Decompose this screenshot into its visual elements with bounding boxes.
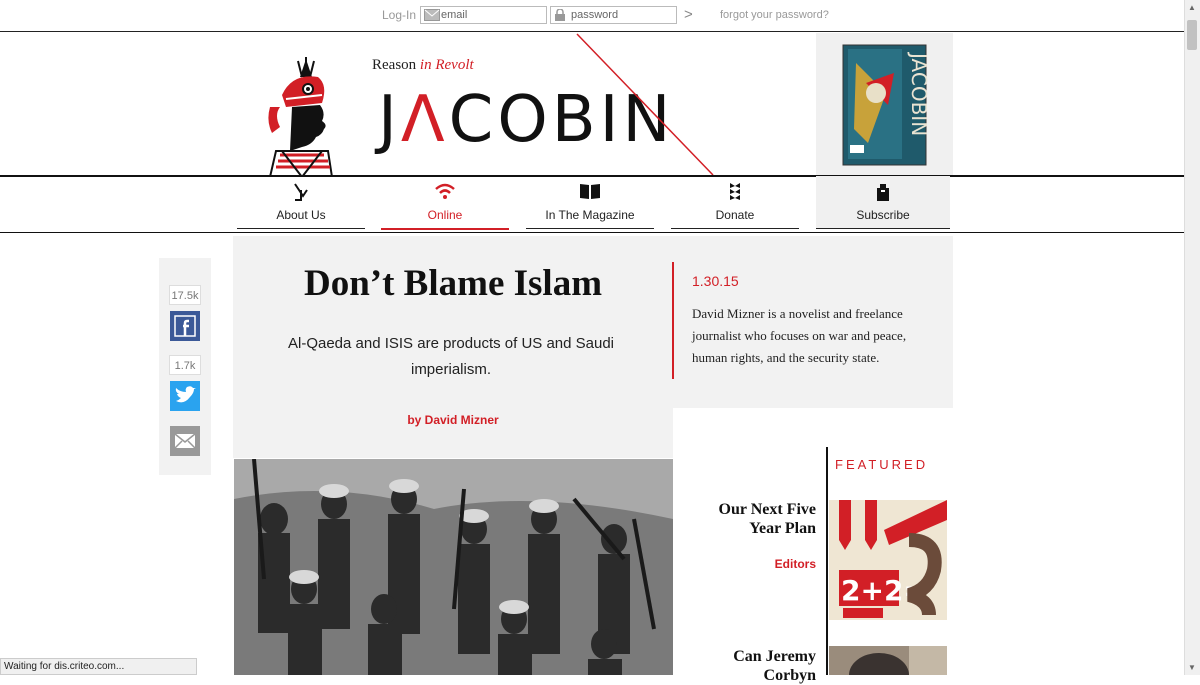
featured-article-title[interactable]: Our Next Five Year Plan	[690, 500, 816, 538]
login-submit-button[interactable]: >	[684, 6, 693, 23]
magazine-cover-art: JACOBIN	[842, 44, 931, 166]
share-sidebar: 17.5k 1.7k	[159, 258, 211, 475]
facebook-share-button[interactable]	[170, 311, 200, 341]
scroll-up-icon[interactable]: ▲	[1188, 3, 1196, 12]
featured-article-thumbnail[interactable]: 2+2=	[829, 500, 947, 620]
mujahideen-photo	[234, 459, 673, 675]
wifi-icon	[435, 183, 455, 199]
lock-icon	[555, 9, 565, 21]
nav-divider	[0, 232, 1185, 233]
forgot-password-link[interactable]: forgot your password?	[720, 9, 829, 21]
envelope-icon	[424, 9, 440, 21]
nav-item-subscribe[interactable]: Subscribe	[816, 176, 950, 229]
featured-heading: FEATURED	[835, 457, 929, 472]
login-label: Log-In	[382, 8, 417, 22]
tagline: Reason in Revolt	[372, 57, 474, 73]
corbyn-photo	[829, 646, 947, 675]
browser-status-bar: Waiting for dis.criteo.com...	[0, 658, 197, 675]
wheat-icon	[730, 183, 740, 200]
magazine-cover[interactable]: JACOBIN	[816, 33, 953, 175]
soviet-poster-image: 2+2=	[829, 500, 947, 620]
password-field[interactable]: password	[550, 6, 677, 24]
login-bar: Log-In email password > forgot your pass…	[0, 0, 1185, 32]
nav-item-donate[interactable]: Donate	[671, 176, 799, 229]
email-field[interactable]: email	[420, 6, 547, 24]
jacobin-j-icon	[294, 183, 308, 201]
featured-article-author[interactable]: Editors	[690, 557, 816, 571]
jacobin-mascot-logo[interactable]	[262, 55, 342, 177]
author-bio: David Mizner is a novelist and freelance…	[692, 306, 907, 365]
facebook-share-count: 17.5k	[169, 285, 201, 305]
bio-accent-bar	[672, 262, 674, 379]
twitter-bird-icon	[175, 386, 196, 403]
nav-item-about-us[interactable]: About Us	[237, 176, 365, 229]
email-share-button[interactable]	[170, 426, 200, 456]
article-subtitle: Al-Qaeda and ISIS are products of US and…	[287, 335, 615, 378]
page-scrollbar[interactable]: ▲ ▼	[1184, 0, 1200, 675]
twitter-share-count: 1.7k	[169, 355, 201, 375]
facebook-icon	[174, 315, 196, 337]
scroll-thumb[interactable]	[1187, 20, 1197, 50]
nav-item-online[interactable]: Online	[381, 176, 509, 230]
featured-divider	[826, 447, 828, 675]
svg-text:JACOBIN: JACOBIN	[907, 51, 931, 136]
book-icon	[580, 184, 600, 199]
article-hero-photo	[234, 459, 673, 675]
article-date: 1.30.15	[692, 273, 739, 289]
nav-item-in-the-magazine[interactable]: In The Magazine	[526, 176, 654, 229]
twitter-share-button[interactable]	[170, 381, 200, 411]
envelope-icon	[174, 433, 196, 449]
mailbox-icon	[877, 184, 889, 201]
featured-article-title-2[interactable]: Can Jeremy Corbyn	[690, 647, 816, 685]
scroll-down-icon[interactable]: ▼	[1188, 663, 1196, 672]
article-title: Don’t Blame Islam	[303, 263, 603, 304]
decorative-diagonal-line	[576, 33, 714, 176]
main-nav: About Us Online In The Magazine Donate S…	[0, 176, 1185, 232]
article-byline[interactable]: by David Mizner	[233, 413, 673, 427]
featured-article-thumbnail-2[interactable]	[829, 646, 947, 675]
